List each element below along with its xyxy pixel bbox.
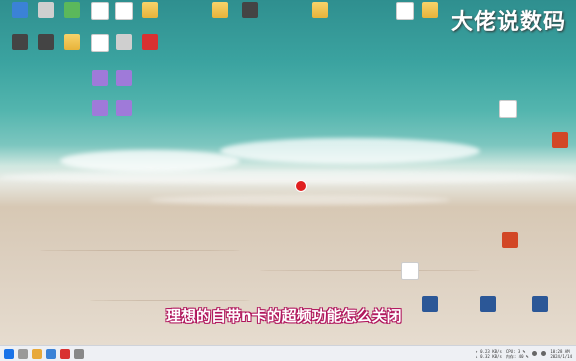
- edge-icon[interactable]: [46, 348, 56, 359]
- desktop-icon[interactable]: [540, 132, 576, 149]
- file-icon: [312, 2, 328, 18]
- desktop-icon[interactable]: [410, 296, 450, 313]
- file-icon: [422, 2, 438, 18]
- desktop-icon[interactable]: [130, 34, 170, 51]
- file-icon: [142, 34, 158, 50]
- file-icon: [242, 2, 258, 18]
- video-subtitle: 理想的自带n卡的超频功能怎么关闭: [166, 307, 402, 325]
- desktop-icon[interactable]: [300, 2, 340, 19]
- desktop-icon[interactable]: [488, 100, 528, 119]
- file-icon: [480, 296, 496, 312]
- network-speed: ↑ 0.23 KB/s ↓ 0.32 KB/s: [475, 349, 502, 359]
- file-icon: [401, 262, 419, 280]
- app-icon[interactable]: [60, 348, 70, 359]
- file-icon: [422, 296, 438, 312]
- desktop-icon[interactable]: [104, 100, 144, 117]
- start-icon[interactable]: [4, 348, 14, 359]
- system-usage: CPU: 3 % 内存: 40 %: [506, 349, 528, 359]
- desktop-icon[interactable]: [104, 70, 144, 87]
- settings-icon[interactable]: [74, 348, 84, 359]
- cpu-text: CPU: 3 %: [505, 348, 526, 354]
- desktop-icon[interactable]: [230, 2, 270, 19]
- clock-time: 10:28 AM: [550, 348, 570, 354]
- mouse-pointer-icon: [295, 180, 307, 192]
- desktop-icon[interactable]: [520, 296, 560, 313]
- file-icon: [64, 34, 80, 50]
- file-icon: [142, 2, 158, 18]
- system-tray: ↑ 0.23 KB/s ↓ 0.32 KB/s CPU: 3 % 内存: 40 …: [475, 349, 576, 359]
- file-explorer-icon[interactable]: [32, 348, 42, 359]
- file-icon: [64, 2, 80, 18]
- desktop-icon[interactable]: [130, 2, 170, 19]
- volume-icon[interactable]: [541, 351, 547, 356]
- desktop-icon[interactable]: [490, 232, 530, 249]
- taskbar: ↑ 0.23 KB/s ↓ 0.32 KB/s CPU: 3 % 内存: 40 …: [0, 345, 576, 361]
- desktop-icon[interactable]: [390, 262, 430, 281]
- file-icon: [499, 100, 517, 118]
- clock-date: 2024/1/14: [550, 353, 572, 359]
- search-icon[interactable]: [18, 348, 28, 359]
- wifi-icon[interactable]: [532, 351, 538, 356]
- net-down-text: ↓ 0.32 KB/s: [475, 353, 502, 359]
- file-icon: [532, 296, 548, 312]
- clock[interactable]: 10:28 AM 2024/1/14: [550, 349, 572, 359]
- file-icon: [212, 2, 228, 18]
- net-up-text: ↑ 0.23 KB/s: [475, 348, 502, 354]
- file-icon: [552, 132, 568, 148]
- channel-watermark: 大佬说数码: [450, 10, 566, 35]
- desktop-icon[interactable]: [410, 2, 450, 19]
- file-icon: [116, 70, 132, 86]
- file-icon: [502, 232, 518, 248]
- memory-text: 内存: 40 %: [505, 353, 529, 359]
- file-icon: [116, 100, 132, 116]
- desktop-icon[interactable]: [468, 296, 508, 313]
